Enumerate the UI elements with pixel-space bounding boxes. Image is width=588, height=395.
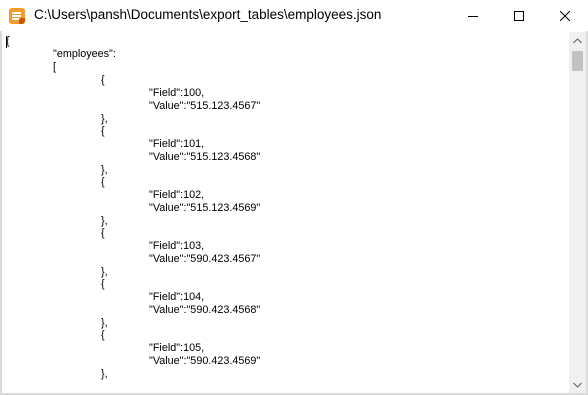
editor-line[interactable]: "Field":104, — [149, 291, 204, 303]
editor-line[interactable]: { — [101, 278, 105, 290]
window-title: C:\Users\pansh\Documents\export_tables\e… — [34, 7, 382, 22]
close-button[interactable] — [542, 0, 588, 31]
scroll-up-button[interactable] — [569, 32, 586, 49]
editor-line[interactable]: "Field":103, — [149, 240, 204, 252]
editor-line[interactable]: { — [6, 35, 10, 47]
editor-line[interactable]: "Field":102, — [149, 189, 204, 201]
editor-line[interactable]: }, — [101, 164, 108, 176]
notepad-app-icon[interactable] — [9, 8, 25, 24]
minimize-button[interactable] — [450, 0, 496, 31]
editor-line[interactable]: }, — [101, 266, 108, 278]
editor-line[interactable]: { — [101, 329, 105, 341]
editor-line[interactable]: "Field":101, — [149, 138, 204, 150]
chevron-down-icon — [573, 382, 582, 388]
editor-line[interactable]: }, — [101, 113, 108, 125]
editor-line[interactable]: "Value":"590.423.4567" — [149, 253, 260, 265]
editor-line[interactable]: }, — [101, 215, 108, 227]
editor-line[interactable]: { — [101, 176, 105, 188]
editor-line[interactable]: }, — [101, 317, 108, 329]
editor-line[interactable]: { — [101, 125, 105, 137]
vertical-scrollbar[interactable] — [569, 32, 586, 393]
editor-line[interactable]: "Value":"590.423.4569" — [149, 355, 260, 367]
editor-line[interactable]: }, — [101, 368, 108, 380]
editor-line[interactable]: "Value":"515.123.4568" — [149, 151, 260, 163]
scroll-thumb[interactable] — [572, 51, 583, 71]
notepad-window: C:\Users\pansh\Documents\export_tables\e… — [0, 0, 588, 395]
maximize-button[interactable] — [496, 0, 542, 31]
editor-line[interactable]: "Value":"515.123.4569" — [149, 202, 260, 214]
editor-line[interactable]: { — [101, 74, 105, 86]
chevron-up-icon — [573, 37, 582, 43]
editor-line[interactable]: { — [101, 227, 105, 239]
editor-line[interactable]: "Value":"515.123.4567" — [149, 100, 260, 112]
editor-line[interactable]: "employees": — [53, 48, 116, 60]
text-editor-area[interactable]: {"employees":[{"Field":100, "Value":"515.… — [2, 32, 569, 391]
close-icon — [560, 10, 570, 21]
editor-line[interactable]: "Field":100, — [149, 87, 204, 99]
title-bar[interactable]: C:\Users\pansh\Documents\export_tables\e… — [0, 0, 588, 31]
maximize-icon — [514, 10, 524, 21]
editor-line[interactable]: "Value":"590.423.4568" — [149, 304, 260, 316]
editor-line[interactable]: "Field":105, — [149, 342, 204, 354]
minimize-icon — [468, 15, 478, 17]
editor-line[interactable]: [ — [53, 61, 56, 73]
scroll-down-button[interactable] — [569, 376, 586, 393]
